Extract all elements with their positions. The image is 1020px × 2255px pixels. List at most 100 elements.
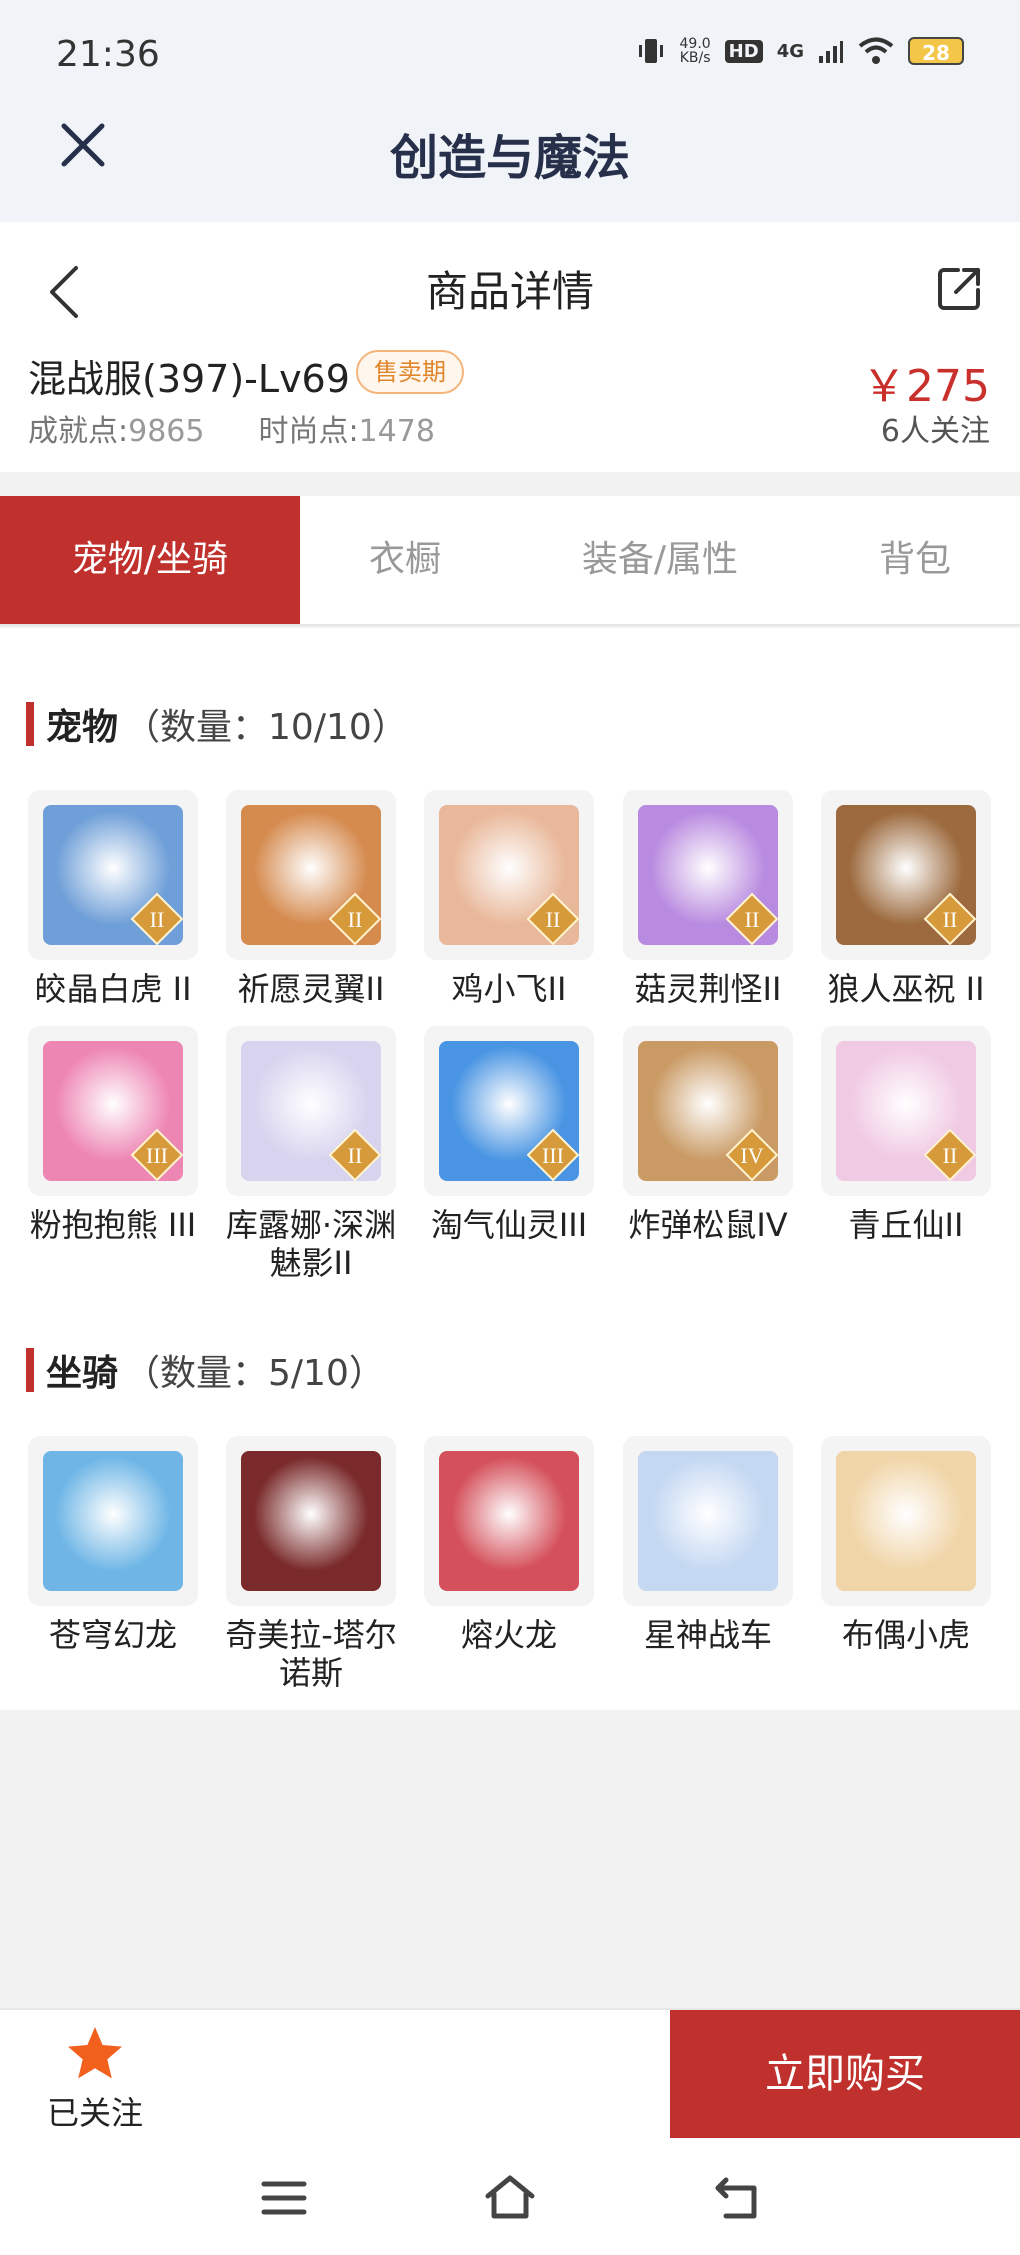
mount-item[interactable]: 苍穹幻龙 [28,1436,198,1654]
pet-thumbnail: II [821,790,991,960]
tab-pets-mounts[interactable]: 宠物/坐骑 [0,496,300,624]
tier-label: II [943,907,958,932]
tier-badge-icon: II [923,1128,977,1182]
tier-label: IV [740,1143,763,1168]
mount-name: 布偶小虎 [841,1616,970,1654]
fashion-value: 1478 [358,414,435,449]
pet-item[interactable]: II 鸡小飞II [424,790,594,1008]
pet-item[interactable]: II 祈愿灵翼II [226,790,396,1008]
mounts-section-title: 坐骑 （数量：5/10） [26,1344,385,1396]
pet-thumbnail: II [821,1026,991,1196]
pet-item[interactable]: III 淘气仙灵III [424,1026,594,1244]
mount-image [241,1451,381,1591]
tier-badge-icon: II [130,892,184,946]
speed-value: 49.0 [679,36,711,52]
pet-thumbnail: III [28,1026,198,1196]
pet-thumbnail: IV [623,1026,793,1196]
follower-count: 6人关注 [880,414,990,449]
pet-item[interactable]: II 青丘仙II [821,1026,991,1244]
hd-badge: HD [724,39,763,63]
mount-thumbnail [424,1436,594,1606]
bottom-action-bar: 已关注 立即购买 [0,2008,1020,2138]
tier-badge-icon: II [725,892,779,946]
pets-section-title: 宠物 （数量：10/10） [26,698,408,750]
mount-thumbnail [623,1436,793,1606]
network-type: 4G [776,40,804,62]
back-nav-icon[interactable] [712,2174,764,2222]
product-name: 混战服(397)-Lv69 [28,357,350,401]
share-icon[interactable] [936,264,984,312]
pet-name: 菇灵荆怪II [634,970,782,1008]
mount-name: 奇美拉-塔尔诺斯 [225,1616,397,1692]
mount-thumbnail [821,1436,991,1606]
signal-icon [819,41,843,63]
vibrate-icon [638,39,663,63]
tab-wardrobe[interactable]: 衣橱 [300,496,510,624]
tier-label: II [348,1143,363,1168]
pet-item[interactable]: II 菇灵荆怪II [623,790,793,1008]
mount-item[interactable]: 奇美拉-塔尔诺斯 [225,1436,397,1692]
pet-item[interactable]: IV 炸弹松鼠IV [623,1026,793,1244]
tier-label: III [146,1143,168,1168]
tier-badge-icon: III [130,1128,184,1182]
pet-thumbnail: II [424,790,594,960]
buy-now-button[interactable]: 立即购买 [670,2010,1020,2138]
tier-badge-icon: IV [725,1128,779,1182]
follow-label: 已关注 [46,2094,143,2132]
menu-icon[interactable] [258,2174,310,2222]
pet-thumbnail: II [623,790,793,960]
mount-image [43,1451,183,1591]
status-time: 21:36 [56,34,160,75]
pet-thumbnail: II [28,790,198,960]
pet-item[interactable]: III 粉抱抱熊 III [28,1026,198,1244]
tier-label: II [745,907,760,932]
app-title: 创造与魔法 [389,130,630,186]
tier-label: II [348,907,363,932]
pets-title: 宠物 [46,707,119,748]
mount-name: 苍穹幻龙 [48,1616,177,1654]
mount-name: 熔火龙 [460,1616,557,1654]
tier-badge-icon: II [328,1128,382,1182]
pet-item[interactable]: II 狼人巫祝 II [821,790,991,1008]
product-stats: 成就点:9865 时尚点:1478 [28,406,435,450]
pet-thumbnail: II [226,790,396,960]
home-icon[interactable] [484,2174,536,2222]
product-price: ￥275 [862,361,990,412]
mount-name: 星神战车 [643,1616,772,1654]
tier-badge-icon: III [526,1128,580,1182]
mount-image [836,1451,976,1591]
mount-image [638,1451,778,1591]
page-title: 商品详情 [425,267,594,316]
achievement-label: 成就点: [28,414,129,449]
pet-name: 库露娜·深渊魅影II [225,1206,397,1282]
tier-label: II [150,907,165,932]
network-speed: 49.0 KB/s [680,37,711,65]
pet-item[interactable]: II 皎晶白虎 II [28,790,198,1008]
tab-backpack[interactable]: 背包 [810,496,1020,624]
pet-name: 粉抱抱熊 III [29,1206,197,1244]
pet-name: 狼人巫祝 II [827,970,985,1008]
status-icons: 49.0 KB/s HD 4G 28 [636,36,964,66]
wifi-icon [858,37,894,64]
mount-item[interactable]: 布偶小虎 [821,1436,991,1654]
pet-thumbnail: II [226,1026,396,1196]
star-icon [68,2027,122,2079]
mount-thumbnail [28,1436,198,1606]
mount-item[interactable]: 星神战车 [623,1436,793,1654]
follow-button[interactable]: 已关注 [30,2024,160,2134]
pet-item[interactable]: II 库露娜·深渊魅影II [226,1026,396,1282]
tier-label: III [542,1143,564,1168]
app-header: 21:36 49.0 KB/s HD 4G 28 创造与魔法 [0,0,1020,222]
system-nav-bar [0,2138,1020,2255]
mounts-title: 坐骑 [46,1353,119,1394]
battery-level: 28 [908,37,964,65]
pet-name: 青丘仙II [848,1206,964,1244]
mount-thumbnail [226,1436,396,1606]
mount-item[interactable]: 熔火龙 [424,1436,594,1654]
mount-image [439,1451,579,1591]
tier-label: II [943,1143,958,1168]
tab-equipment[interactable]: 装备/属性 [510,496,810,624]
tier-badge-icon: II [923,892,977,946]
speed-unit: KB/s [679,50,711,66]
tier-badge-icon: II [328,892,382,946]
